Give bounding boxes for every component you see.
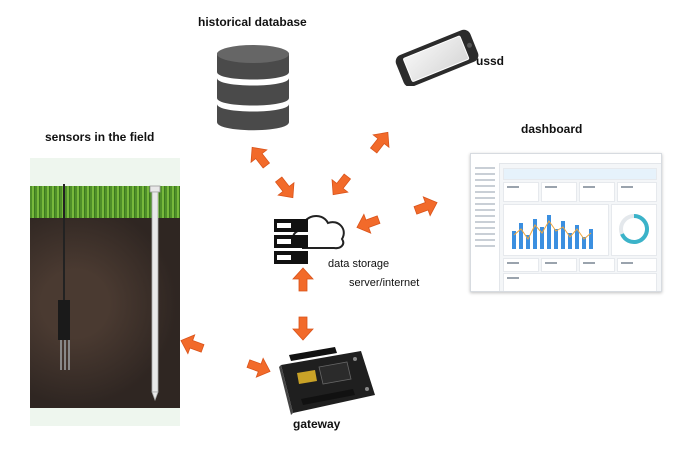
arrow-sensors-to-gateway: [244, 353, 274, 382]
arrow-server-to-dashboard: [411, 192, 441, 221]
arrow-gateway-to-sensors: [177, 330, 207, 359]
connection-arrows: [177, 125, 441, 382]
arrow-dashboard-to-server: [353, 209, 383, 238]
arrow-db-to-server: [243, 140, 275, 173]
arrow-server-to-gateway: [292, 316, 314, 341]
arrow-server-to-db: [270, 172, 302, 205]
arrow-server-to-phone: [365, 125, 397, 158]
arrow-gateway-to-server: [292, 267, 314, 292]
arrow-phone-to-server: [324, 169, 356, 202]
